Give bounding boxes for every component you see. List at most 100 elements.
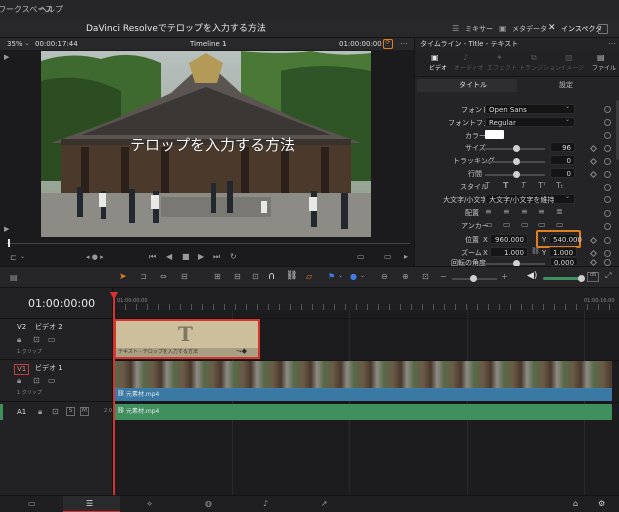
timeline-zoom-knob[interactable] xyxy=(470,275,477,282)
rotation-input[interactable]: 0.000 xyxy=(550,257,578,267)
selection-tool-icon[interactable]: ➤ xyxy=(119,273,127,282)
position-x-input[interactable]: 960.000 xyxy=(490,234,528,244)
case-select[interactable]: 大文字/小文字を維持 xyxy=(485,194,575,204)
tab-effects[interactable]: ✦ エフェクト xyxy=(485,53,517,75)
font-select[interactable]: Open Sans xyxy=(485,104,575,114)
style-reset-icon[interactable] xyxy=(604,184,611,191)
font-face-chevron-icon[interactable]: ⌄ xyxy=(565,117,570,123)
tab-metadata[interactable]: メタデータ xyxy=(512,26,547,33)
viewer-layout-icon[interactable]: ⊏ xyxy=(10,254,17,262)
align-left-icon[interactable]: ≡ xyxy=(485,208,492,216)
zoom-in-icon[interactable]: ⊕ xyxy=(402,273,409,281)
align-justify-icon[interactable]: ≡ xyxy=(538,208,545,216)
mixer-icon[interactable]: ☰ xyxy=(452,25,459,33)
auto-select-icon[interactable]: ⊡ xyxy=(33,377,40,385)
position-y-input[interactable]: 540.000 xyxy=(549,234,582,244)
trim-tool-icon[interactable]: ⊐ xyxy=(140,273,147,281)
last-frame-icon[interactable]: ⏭ xyxy=(213,253,220,261)
track-visibility-icon[interactable]: ▭ xyxy=(48,336,56,344)
volume-icon[interactable]: ◀) xyxy=(527,272,537,281)
line-spacing-reset-icon[interactable] xyxy=(604,171,611,178)
font-face-reset-icon[interactable] xyxy=(604,119,611,126)
loop-icon[interactable]: ↻ xyxy=(230,253,237,261)
first-frame-icon[interactable]: ⏮ xyxy=(149,253,156,261)
play-icon[interactable]: ▶ xyxy=(198,253,204,261)
tracking-keyframe-icon[interactable] xyxy=(589,157,598,166)
track-name-v2[interactable]: ビデオ 2 xyxy=(35,324,63,331)
menu-help[interactable]: ヘルプ xyxy=(39,6,63,14)
jog-icon[interactable]: ◂ ● ▸ xyxy=(86,254,104,261)
zoom-level[interactable]: 35% xyxy=(7,41,23,48)
align-reset-icon[interactable] xyxy=(604,210,611,217)
volume-knob[interactable] xyxy=(578,275,585,282)
track-id-a1[interactable]: A1 xyxy=(17,409,26,416)
timeline-chevron-icon[interactable]: ⌄ xyxy=(222,40,228,47)
chevron-down-small-icon[interactable]: ⌄ xyxy=(20,254,25,260)
timeline-name[interactable]: Timeline 1 xyxy=(190,41,226,48)
link-icon[interactable]: ⛓ xyxy=(286,272,297,281)
timeline-expand-icon[interactable]: ⤢ xyxy=(605,272,611,280)
timeline-view-options-icon[interactable]: ▤ xyxy=(10,274,18,282)
metadata-icon[interactable]: ▣ xyxy=(499,25,507,33)
inspector-menu-icon[interactable]: ⋯ xyxy=(608,40,616,48)
lock-icon[interactable]: 🔒︎ xyxy=(17,336,21,344)
tab-audio[interactable]: ♪ オーディオ xyxy=(453,53,484,75)
subtab-title[interactable]: タイトル xyxy=(417,79,517,92)
chevron-down-icon[interactable]: ⌄ xyxy=(24,40,30,47)
track-header-v1[interactable]: V1 ビデオ 1 🔒︎ ⊡ ▭ 1 クリップ xyxy=(0,360,113,402)
zoom-plus-icon[interactable]: + xyxy=(501,273,508,281)
settings-gear-icon[interactable]: ⚙ xyxy=(598,500,605,508)
track-visibility-icon[interactable]: ▭ xyxy=(48,377,56,385)
collapse-icon[interactable] xyxy=(598,24,608,34)
db-meter-icon[interactable]: dB xyxy=(587,272,599,282)
align-fit-icon[interactable]: ≣ xyxy=(556,208,563,216)
lock-icon[interactable]: 🔒︎ xyxy=(38,408,42,416)
track-name-v1[interactable]: ビデオ 1 xyxy=(35,365,63,372)
anchor-reset-icon[interactable] xyxy=(604,223,611,230)
insert-clip-icon[interactable]: ⊞ xyxy=(214,273,221,281)
color-swatch[interactable] xyxy=(485,130,504,139)
video-clip[interactable]: ⛓ 元素材.mp4 xyxy=(114,361,612,401)
position-keyframe-icon[interactable] xyxy=(589,236,598,245)
line-spacing-keyframe-icon[interactable] xyxy=(589,170,598,179)
deliver-page-icon[interactable]: ➚ xyxy=(321,500,328,508)
overwrite-clip-icon[interactable]: ⊟ xyxy=(234,273,241,281)
zoom-keyframe-icon[interactable] xyxy=(589,249,598,258)
dynamic-trim-icon[interactable]: ⇔ xyxy=(160,273,167,281)
tab-inspector[interactable]: インスペクタ xyxy=(561,26,602,33)
flag-icon[interactable]: ⚑ xyxy=(328,273,335,281)
auto-select-icon[interactable]: ⊡ xyxy=(52,408,59,416)
case-reset-icon[interactable] xyxy=(604,196,611,203)
style-bold-icon[interactable]: T xyxy=(503,182,508,190)
solo-icon[interactable]: S xyxy=(66,407,75,416)
auto-select-icon[interactable]: ⊡ xyxy=(33,336,40,344)
line-spacing-input[interactable]: 0 xyxy=(550,168,575,178)
left-viewer-arrow-icon[interactable]: ▶ xyxy=(4,54,9,61)
color-reset-icon[interactable] xyxy=(604,132,611,139)
font-chevron-icon[interactable]: ⌄ xyxy=(565,104,570,110)
line-spacing-slider-knob[interactable] xyxy=(513,171,520,178)
media-page-icon[interactable]: ▭ xyxy=(28,500,36,508)
tab-video[interactable]: ▣ ビデオ xyxy=(421,53,451,75)
zoom-y-input[interactable]: 1.000 xyxy=(549,247,577,257)
viewer-options-icon[interactable]: ⋯ xyxy=(400,40,408,48)
track-id-v2[interactable]: V2 xyxy=(17,324,26,331)
replace-clip-icon[interactable]: ⊡ xyxy=(252,273,259,281)
anchor-top-icon[interactable]: ▭ xyxy=(485,221,493,229)
in-point-icon[interactable]: ▭ xyxy=(357,253,365,261)
scrubber-playhead[interactable] xyxy=(8,239,10,247)
tab-mixer[interactable]: ミキサー xyxy=(465,26,493,33)
align-center-icon[interactable]: ≡ xyxy=(503,208,510,216)
zoom-x-input[interactable]: 1.000 xyxy=(490,247,528,257)
style-normal-icon[interactable]: T xyxy=(485,182,490,190)
viewer-scrubber[interactable] xyxy=(6,243,410,244)
tracking-reset-icon[interactable] xyxy=(604,158,611,165)
timeline-ruler[interactable]: 01:00:00:00 01:00:16:00 xyxy=(114,288,619,310)
mute-icon[interactable]: M xyxy=(80,407,89,416)
position-reset-icon[interactable] xyxy=(604,237,611,244)
rotation-keyframe-icon[interactable] xyxy=(589,258,598,267)
left-viewer-arrow-lower-icon[interactable]: ▶ xyxy=(4,226,9,233)
track-header-v2[interactable]: V2 ビデオ 2 🔒︎ ⊡ ▭ 1 クリップ xyxy=(0,318,113,360)
style-superscript-icon[interactable]: Tᵀ xyxy=(538,182,546,190)
match-frame-icon[interactable]: ▸ xyxy=(404,253,408,261)
